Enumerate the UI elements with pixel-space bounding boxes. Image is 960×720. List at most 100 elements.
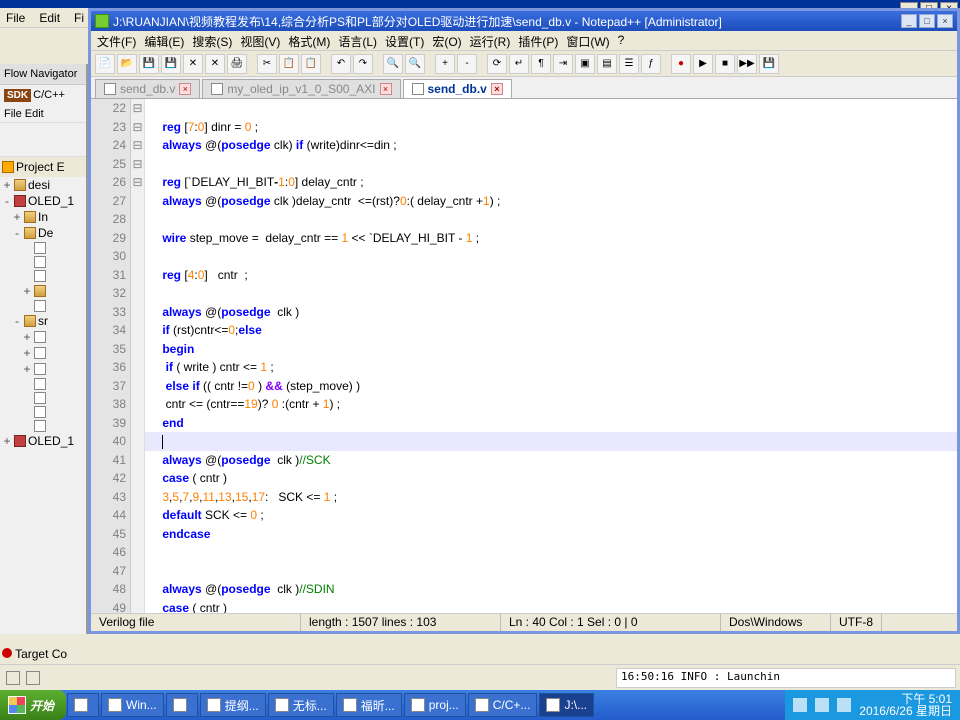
tree-item[interactable] [2,299,86,313]
expand-icon[interactable]: + [22,284,32,298]
editor-tab[interactable]: send_db.v× [403,79,512,98]
expand-icon[interactable]: - [12,314,22,328]
editor-tab[interactable]: send_db.v× [95,79,200,98]
play-icon[interactable]: ▶ [693,54,713,74]
fold-marker[interactable]: ⊟ [131,99,144,118]
menu-edit[interactable]: Edit [39,10,60,25]
save-icon[interactable]: 💾 [139,54,159,74]
open-file-icon[interactable]: 📂 [117,54,137,74]
redo-icon[interactable]: ↷ [353,54,373,74]
record-icon[interactable]: ● [671,54,691,74]
np-menu-item[interactable]: 宏(O) [432,33,461,48]
tree-item[interactable]: + [2,345,86,361]
tray-clock[interactable]: 下午 5:01 2016/6/26 星期日 [859,693,952,717]
tree-item[interactable]: +In [2,209,86,225]
unfold-icon[interactable]: ▤ [597,54,617,74]
zoom-in-icon[interactable]: + [435,54,455,74]
wrap-icon[interactable]: ↵ [509,54,529,74]
fold-marker[interactable]: ⊟ [131,155,144,174]
menu-fi[interactable]: Fi [74,10,84,25]
np-close-button[interactable]: × [937,14,953,28]
tab-close-icon[interactable]: × [179,83,191,95]
fold-marker[interactable]: ⊟ [131,118,144,137]
np-menu-item[interactable]: ? [618,33,625,48]
undo-icon[interactable]: ↶ [331,54,351,74]
indent-icon[interactable]: ⇥ [553,54,573,74]
np-menu-item[interactable]: 语言(L) [338,33,377,48]
fold-gutter[interactable]: ⊟⊟⊟⊟⊟ [131,99,145,613]
tree-item[interactable] [2,419,86,433]
np-menu-item[interactable]: 格式(M) [288,33,330,48]
np-title-bar[interactable]: J:\RUANJIAN\视频教程发布\14,综合分析PS和PL部分对OLED驱动… [91,11,957,31]
close-all-icon[interactable]: ✕ [205,54,225,74]
np-editor[interactable]: 2223242526272829303132333435363738394041… [91,99,957,613]
taskbar-item[interactable] [166,693,198,717]
taskbar-item[interactable]: 福昕... [336,693,402,717]
stop-icon[interactable]: ■ [715,54,735,74]
tree-item[interactable] [2,391,86,405]
tree-item[interactable]: +desi [2,177,86,193]
np-maximize-button[interactable]: □ [919,14,935,28]
np-menu-item[interactable]: 文件(F) [97,33,136,48]
np-menu-item[interactable]: 运行(R) [470,33,511,48]
expand-icon[interactable]: + [22,330,32,344]
expand-icon[interactable]: + [2,434,12,448]
expand-icon[interactable]: - [12,226,22,240]
taskbar-item[interactable]: 无标... [268,693,334,717]
taskbar-item[interactable]: 提纲... [200,693,266,717]
tray-icon[interactable] [815,698,829,712]
close-file-icon[interactable]: ✕ [183,54,203,74]
tree-item[interactable] [2,255,86,269]
np-menu-item[interactable]: 编辑(E) [144,33,184,48]
tree-item[interactable]: + [2,361,86,377]
replace-icon[interactable]: 🔍 [405,54,425,74]
fold-icon[interactable]: ▣ [575,54,595,74]
np-menu-item[interactable]: 视图(V) [240,33,280,48]
zoom-out-icon[interactable]: - [457,54,477,74]
copy-icon[interactable]: 📋 [279,54,299,74]
sync-icon[interactable]: ⟳ [487,54,507,74]
play-multi-icon[interactable]: ▶▶ [737,54,757,74]
tree-item[interactable] [2,241,86,255]
expand-icon[interactable]: + [2,178,12,192]
tree-item[interactable] [2,405,86,419]
expand-icon[interactable]: + [12,210,22,224]
fold-marker[interactable]: ⊟ [131,173,144,192]
expand-icon[interactable]: - [2,194,12,208]
np-menu-item[interactable]: 搜索(S) [192,33,232,48]
tree-item[interactable]: + [2,283,86,299]
expand-icon[interactable]: + [22,346,32,360]
menu-file[interactable]: File [6,10,25,25]
np-menu-item[interactable]: 设置(T) [385,33,424,48]
new-file-icon[interactable]: 📄 [95,54,115,74]
doc-map-icon[interactable]: ☰ [619,54,639,74]
tray-icon[interactable] [837,698,851,712]
paste-icon[interactable]: 📋 [301,54,321,74]
fold-marker[interactable]: ⊟ [131,136,144,155]
tab-close-icon[interactable]: × [380,83,392,95]
tree-item[interactable]: -sr [2,313,86,329]
show-all-icon[interactable]: ¶ [531,54,551,74]
find-icon[interactable]: 🔍 [383,54,403,74]
project-tree[interactable]: +desi-OLED_1+In-De+-sr++++OLED_1 [0,177,86,449]
taskbar-item[interactable]: C/C+... [468,693,538,717]
taskbar-item[interactable]: proj... [404,693,466,717]
taskbar-item[interactable] [67,693,99,717]
cut-icon[interactable]: ✂ [257,54,277,74]
print-icon[interactable]: 🖨 [227,54,247,74]
np-menu-item[interactable]: 窗口(W) [566,33,609,48]
code-area[interactable]: reg [7:0] dinr = 0 ; always @(posedge cl… [145,99,957,613]
tree-item[interactable]: -OLED_1 [2,193,86,209]
np-menu-item[interactable]: 插件(P) [518,33,558,48]
system-tray[interactable]: 下午 5:01 2016/6/26 星期日 [785,690,960,720]
editor-tab[interactable]: my_oled_ip_v1_0_S00_AXI× [202,79,400,98]
tree-item[interactable] [2,269,86,283]
tree-item[interactable]: + [2,329,86,345]
tree-item[interactable] [2,377,86,391]
taskbar-item[interactable]: J:\... [539,693,594,717]
expand-icon[interactable]: + [22,362,32,376]
tray-icon[interactable] [793,698,807,712]
tree-item[interactable]: +OLED_1 [2,433,86,449]
project-explorer-header[interactable]: Project E [0,157,86,177]
np-minimize-button[interactable]: _ [901,14,917,28]
